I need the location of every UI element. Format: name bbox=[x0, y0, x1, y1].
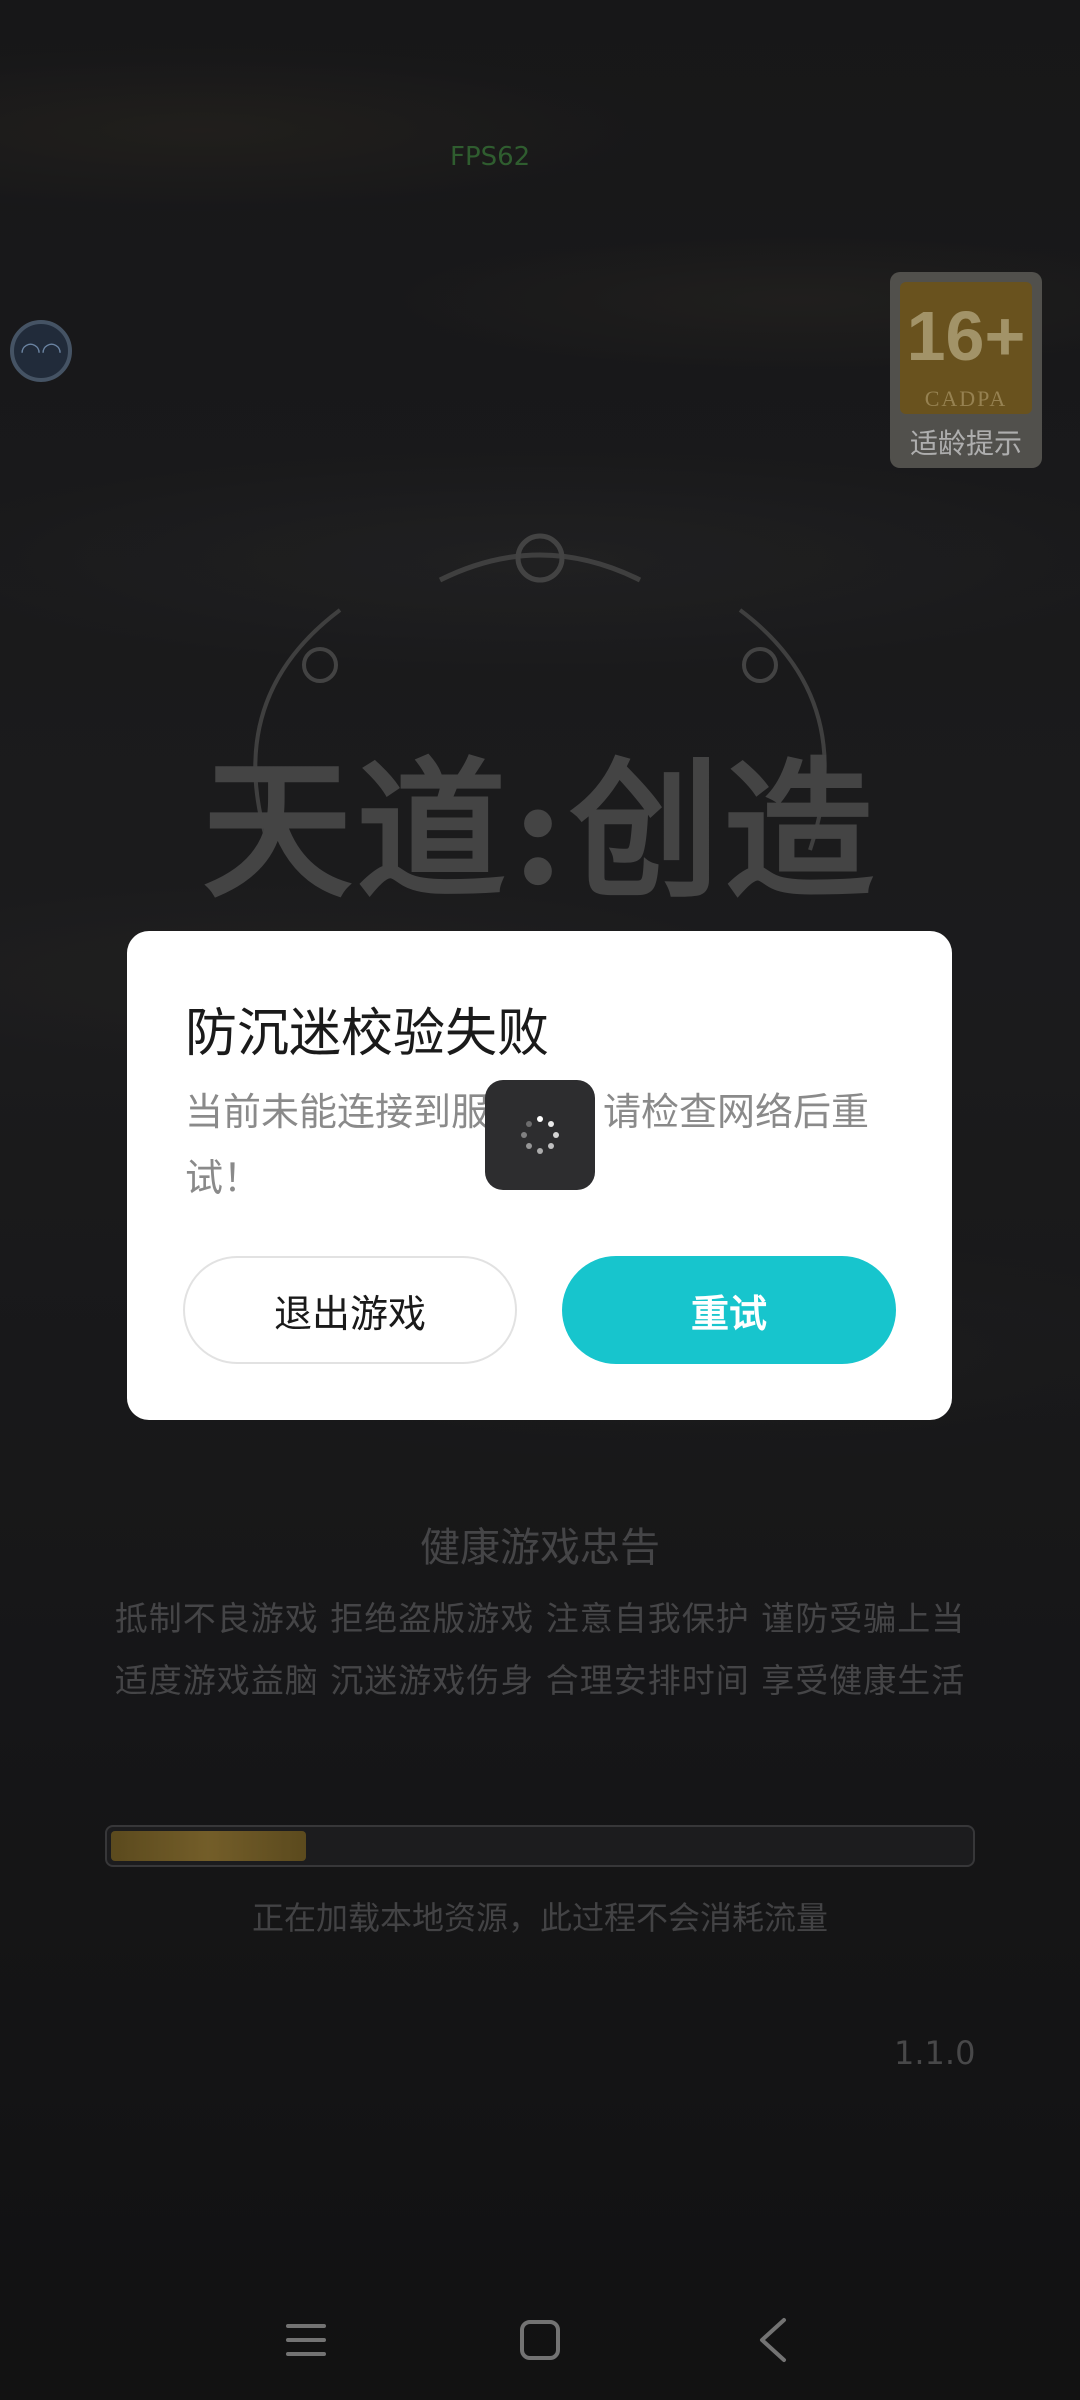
loading-spinner bbox=[485, 1080, 595, 1190]
retry-button[interactable]: 重试 bbox=[562, 1256, 896, 1364]
dialog-title: 防沉迷校验失败 bbox=[185, 1004, 550, 1064]
spinner-icon bbox=[521, 1116, 559, 1154]
exit-game-button[interactable]: 退出游戏 bbox=[183, 1256, 517, 1364]
game-loading-screen: FPS62 ◠◠ 16+ CADPA 适龄提示 天道:创造 健康游戏忠告 抵制不… bbox=[0, 0, 1080, 2400]
